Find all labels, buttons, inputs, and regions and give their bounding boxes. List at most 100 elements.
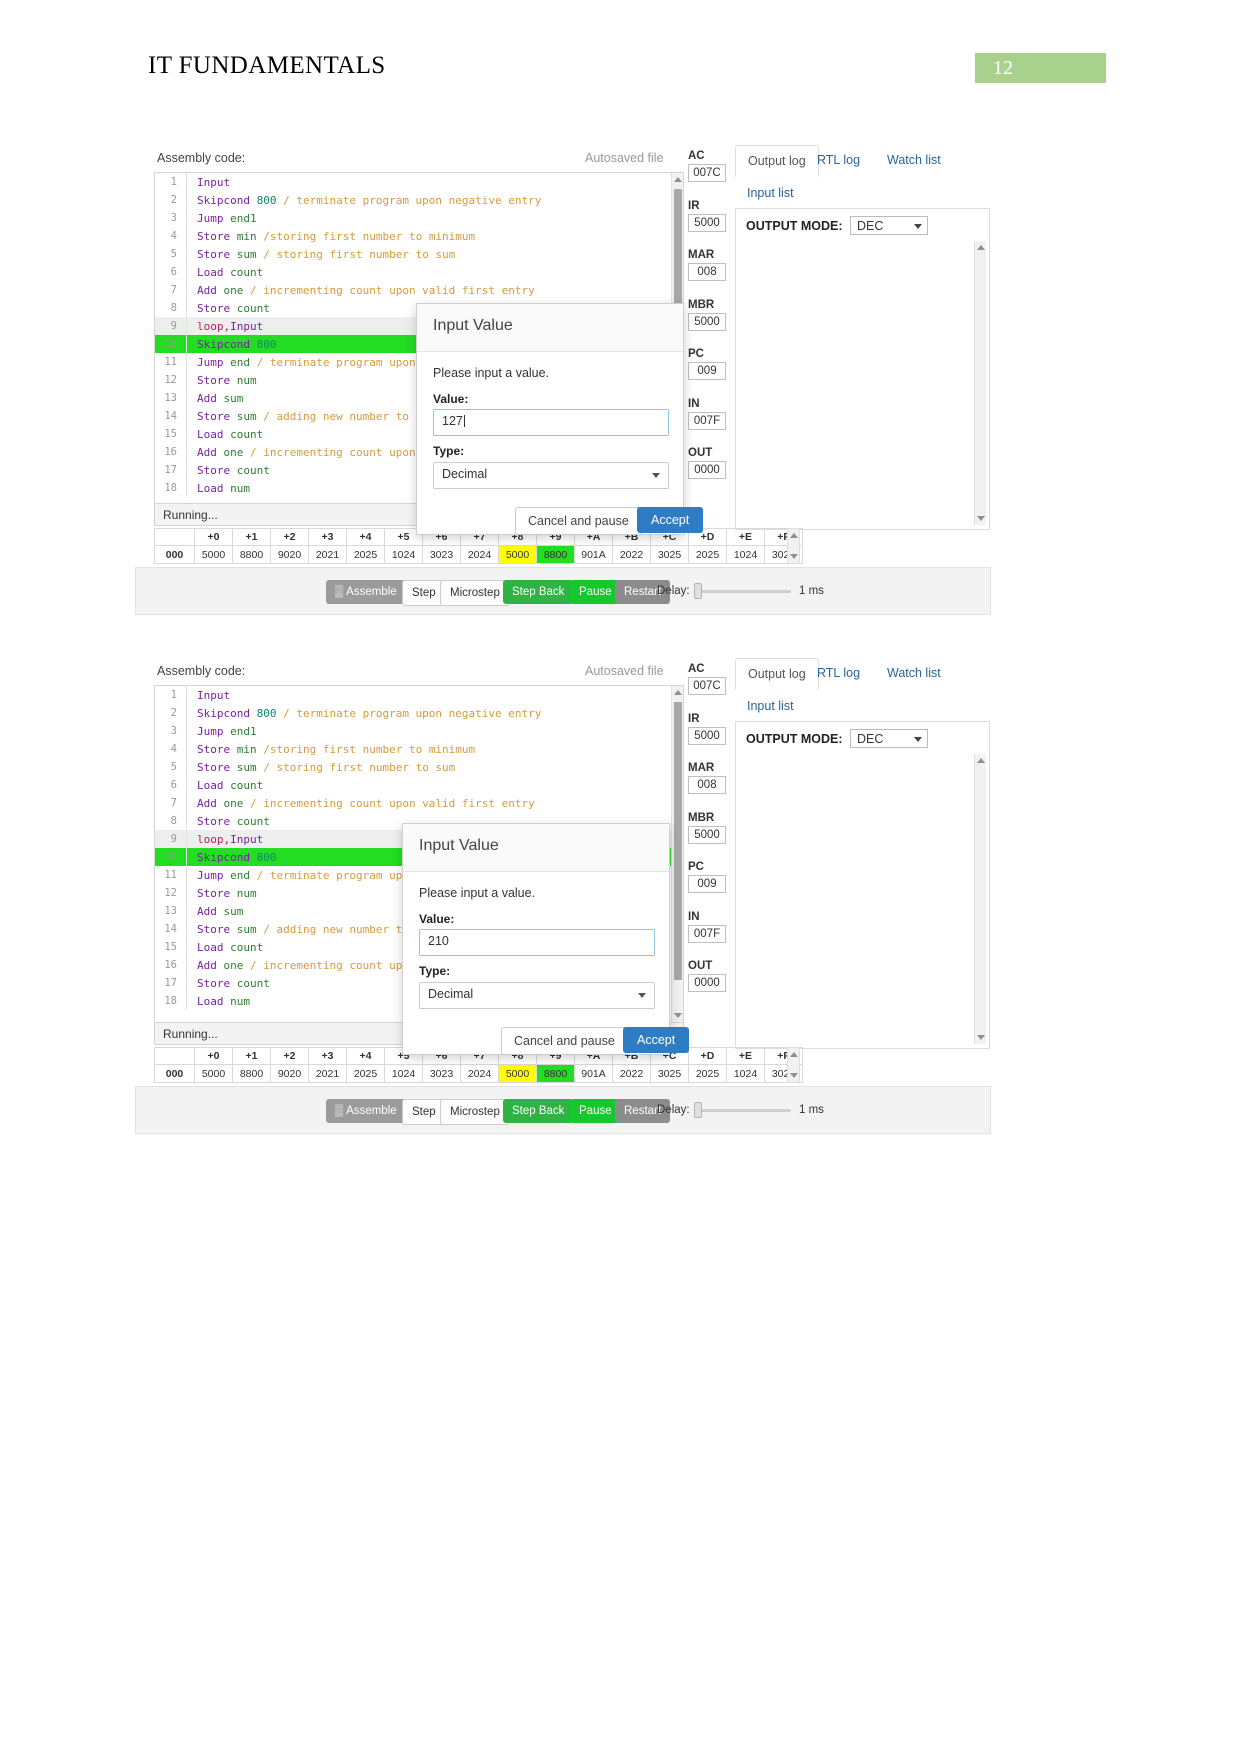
register-value[interactable]: 008 xyxy=(688,263,726,281)
register-label: PC xyxy=(688,348,704,360)
line-text: Input xyxy=(197,689,231,702)
memory-cell[interactable]: 2021 xyxy=(308,545,347,564)
memory-cell[interactable]: 2021 xyxy=(308,1064,347,1083)
memory-cell[interactable]: 3025 xyxy=(650,1064,689,1083)
scroll-down-arrow-icon[interactable] xyxy=(790,1073,798,1078)
register-mbr: MBR 5000 xyxy=(688,812,726,844)
accept-button[interactable]: Accept xyxy=(637,507,704,533)
memory-cell[interactable]: 5000 xyxy=(498,545,537,564)
memory-cell[interactable]: 1024 xyxy=(384,545,423,564)
code-scrollbar[interactable] xyxy=(671,686,683,1022)
scroll-down-arrow-icon[interactable] xyxy=(977,516,985,521)
memory-cell[interactable]: 2022 xyxy=(612,1064,651,1083)
memory-col-header: +4 xyxy=(346,528,385,546)
button-assemble[interactable]: ▒ Assemble xyxy=(326,1099,406,1123)
button-microstep[interactable]: Microstep xyxy=(440,1099,510,1125)
tab-rtl-log[interactable]: RTL log xyxy=(805,658,872,688)
tab-watch-list[interactable]: Watch list xyxy=(875,658,953,688)
output-mode-select[interactable]: DEC xyxy=(850,216,928,235)
register-value[interactable]: 5000 xyxy=(688,726,726,745)
scroll-up-arrow-icon[interactable] xyxy=(674,177,682,182)
button-step-back[interactable]: Step Back xyxy=(503,1099,574,1123)
memory-cell[interactable]: 8800 xyxy=(232,1064,271,1083)
memory-cell[interactable]: 5000 xyxy=(194,545,233,564)
button-pause[interactable]: Pause xyxy=(570,580,621,604)
memory-cell[interactable]: 3023 xyxy=(422,1064,461,1083)
output-mode-select[interactable]: DEC xyxy=(850,729,928,748)
register-value[interactable]: 5000 xyxy=(688,312,726,331)
delay-slider-knob[interactable] xyxy=(694,583,702,599)
memory-cell[interactable]: 8800 xyxy=(536,1064,575,1083)
scroll-up-arrow-icon[interactable] xyxy=(790,1052,798,1057)
button-assemble[interactable]: ▒ Assemble xyxy=(326,580,406,604)
scroll-up-arrow-icon[interactable] xyxy=(977,758,985,763)
code-scroll-thumb[interactable] xyxy=(674,702,682,980)
register-value[interactable]: 0000 xyxy=(688,974,726,992)
accept-button[interactable]: Accept xyxy=(623,1027,690,1053)
line-number: 13 xyxy=(155,389,187,407)
type-select[interactable]: Decimal xyxy=(419,982,655,1009)
type-select[interactable]: Decimal xyxy=(433,462,669,489)
memory-cell[interactable]: 9020 xyxy=(270,545,309,564)
register-value[interactable]: 009 xyxy=(688,875,726,893)
scroll-up-arrow-icon[interactable] xyxy=(977,245,985,250)
scroll-down-arrow-icon[interactable] xyxy=(790,554,798,559)
memory-cell[interactable]: 2025 xyxy=(688,1064,727,1083)
register-value[interactable]: 5000 xyxy=(688,213,726,232)
memory-cell[interactable]: 3025 xyxy=(650,545,689,564)
tab-input-list[interactable]: Input list xyxy=(735,691,806,721)
delay-slider-knob[interactable] xyxy=(694,1102,702,1118)
memory-cell[interactable]: 2025 xyxy=(346,545,385,564)
memory-cell[interactable]: 5000 xyxy=(194,1064,233,1083)
memory-cell[interactable]: 8800 xyxy=(232,545,271,564)
memory-cell[interactable]: 9020 xyxy=(270,1064,309,1083)
register-label: MBR xyxy=(688,811,715,824)
cancel-and-pause-button[interactable]: Cancel and pause xyxy=(515,507,642,535)
memory-scrollbar[interactable] xyxy=(787,1047,800,1083)
line-number: 18 xyxy=(155,479,187,497)
output-scrollbar[interactable] xyxy=(974,241,986,525)
memory-cell[interactable]: 2024 xyxy=(460,545,499,564)
register-value[interactable]: 008 xyxy=(688,776,726,794)
button-pause[interactable]: Pause xyxy=(570,1099,621,1123)
output-scrollbar[interactable] xyxy=(974,754,986,1044)
delay-label: Delay: xyxy=(657,585,690,597)
register-value[interactable]: 007F xyxy=(688,411,726,430)
memory-scrollbar[interactable] xyxy=(787,528,800,564)
cancel-and-pause-button[interactable]: Cancel and pause xyxy=(501,1027,628,1055)
output-mode-value: DEC xyxy=(857,219,884,233)
scroll-down-arrow-icon[interactable] xyxy=(977,1035,985,1040)
register-value[interactable]: 0000 xyxy=(688,461,726,479)
memory-cell[interactable]: 2025 xyxy=(346,1064,385,1083)
memory-cell[interactable]: 3023 xyxy=(422,545,461,564)
memory-cell[interactable]: 2024 xyxy=(460,1064,499,1083)
button-microstep[interactable]: Microstep xyxy=(440,580,510,606)
memory-cell[interactable]: 901A xyxy=(574,545,613,564)
value-input[interactable]: 127 xyxy=(433,409,669,436)
button-step-back[interactable]: Step Back xyxy=(503,580,574,604)
memory-cell[interactable]: 901A xyxy=(574,1064,613,1083)
register-value[interactable]: 5000 xyxy=(688,825,726,844)
delay-slider-track[interactable] xyxy=(696,1109,791,1112)
register-value[interactable]: 009 xyxy=(688,362,726,380)
register-value[interactable]: 007F xyxy=(688,924,726,943)
value-input[interactable]: 210 xyxy=(419,929,655,956)
memory-cell[interactable]: 8800 xyxy=(536,545,575,564)
tab-watch-list[interactable]: Watch list xyxy=(875,145,953,175)
memory-cell[interactable]: 2022 xyxy=(612,545,651,564)
scroll-up-arrow-icon[interactable] xyxy=(790,533,798,538)
register-value[interactable]: 007C xyxy=(688,677,726,695)
memory-cell[interactable]: 2025 xyxy=(688,545,727,564)
memory-cell[interactable]: 1024 xyxy=(384,1064,423,1083)
register-label: MAR xyxy=(688,249,715,261)
memory-cell[interactable]: 5000 xyxy=(498,1064,537,1083)
register-value[interactable]: 007C xyxy=(688,164,726,182)
memory-cell[interactable]: 1024 xyxy=(726,545,765,564)
tab-input-list[interactable]: Input list xyxy=(735,178,806,208)
memory-cell[interactable]: 1024 xyxy=(726,1064,765,1083)
tab-rtl-log[interactable]: RTL log xyxy=(805,145,872,175)
scroll-up-arrow-icon[interactable] xyxy=(674,690,682,695)
delay-slider-track[interactable] xyxy=(696,590,791,593)
assembly-code-label: Assembly code: xyxy=(157,151,246,165)
scroll-down-arrow-icon[interactable] xyxy=(674,1013,682,1018)
